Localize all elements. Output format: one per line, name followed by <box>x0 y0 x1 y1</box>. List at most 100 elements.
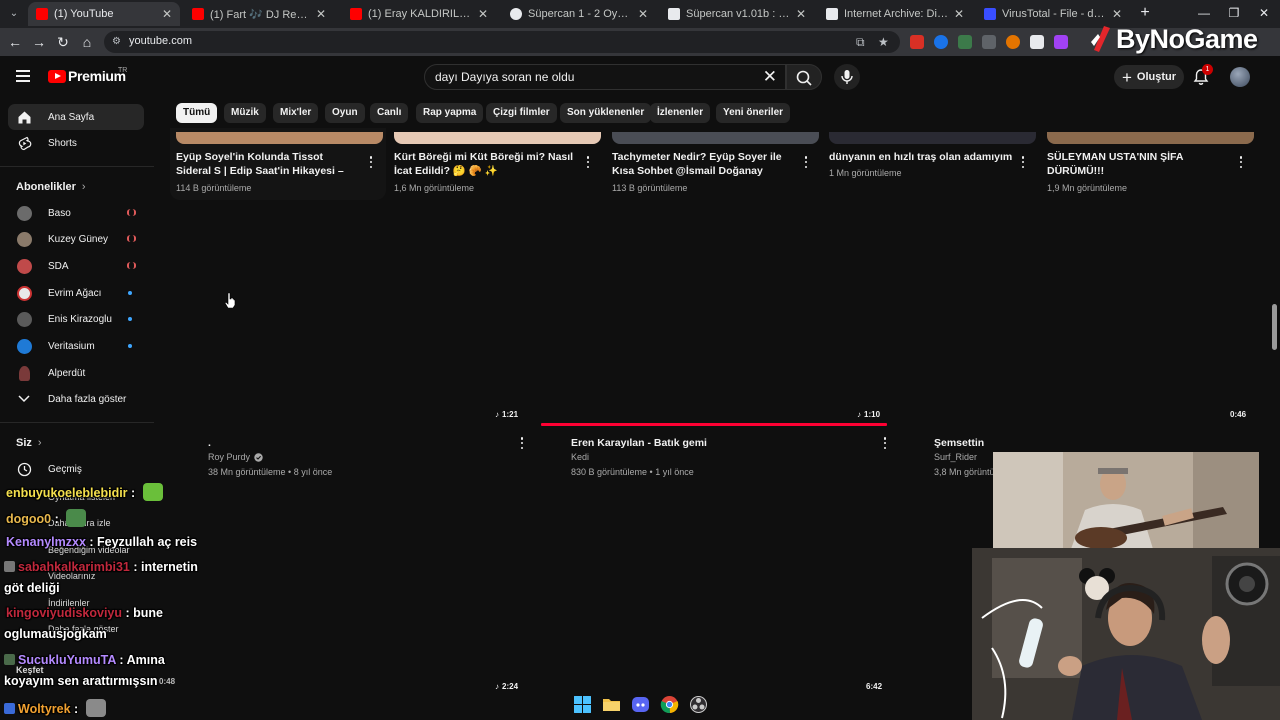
tab-supercan-v101[interactable]: Süpercan v1.01b : Sobee, TTC ✕ <box>660 2 814 26</box>
home-icon[interactable]: ⌂ <box>78 33 96 51</box>
extension-icon[interactable] <box>1006 35 1020 49</box>
video-title[interactable]: SÜLEYMAN USTA'NIN ŞİFA DÜRÜMÜ!!! <box>1047 150 1231 178</box>
sidebar-item-subscription[interactable]: Baso <box>8 200 144 226</box>
video-thumbnail[interactable] <box>612 132 819 144</box>
chrome-icon[interactable] <box>660 695 679 714</box>
sidebar-item-subscription[interactable]: Veritasium <box>8 333 144 359</box>
virustotal-favicon-icon <box>984 8 996 20</box>
tab-supercan-r10[interactable]: Süpercan 1 - 2 Oyunu - R10.net ✕ <box>502 2 656 26</box>
more-options-icon[interactable] <box>1239 156 1243 168</box>
search-input[interactable]: dayı Dayıya soran ne oldu ✕ <box>424 64 786 90</box>
more-options-icon[interactable] <box>883 437 887 449</box>
channel-name[interactable]: Roy Purdy <box>208 452 250 462</box>
chip-cartoons[interactable]: Çizgi filmler <box>486 103 557 123</box>
create-button[interactable]: + Oluştur <box>1114 65 1184 89</box>
page-scrollbar[interactable] <box>1272 304 1277 350</box>
more-options-icon[interactable] <box>520 437 524 449</box>
chip-all[interactable]: Tümü <box>176 103 218 123</box>
close-icon[interactable]: ✕ <box>316 7 326 21</box>
chip-music[interactable]: Müzik <box>224 103 266 123</box>
video-title[interactable]: Eren Karayılan - Batık gemi <box>571 436 871 450</box>
video-title[interactable]: Eyüp Soyel'in Kolunda Tissot Sideral S |… <box>176 150 360 178</box>
address-bar[interactable]: ⚙ youtube.com ⧉ ★ <box>104 31 900 53</box>
clear-search-icon[interactable]: ✕ <box>763 67 777 87</box>
chip-rap[interactable]: Rap yapma <box>416 103 484 123</box>
reload-icon[interactable]: ↻ <box>54 33 72 51</box>
more-options-icon[interactable] <box>369 156 373 168</box>
sidebar-item-subscription[interactable]: Enis Kirazoglu <box>8 306 144 332</box>
video-thumbnail[interactable] <box>1047 132 1254 144</box>
video-views: 1,9 Mn görüntüleme <box>1047 183 1128 193</box>
chip-new-to-you[interactable]: Yeni öneriler <box>716 103 791 123</box>
sidebar-item-home[interactable]: Ana Sayfa <box>8 104 144 130</box>
subscriptions-heading[interactable]: Abonelikler › <box>16 181 86 193</box>
extension-icon[interactable] <box>1030 35 1044 49</box>
forward-arrow-icon[interactable]: → <box>30 33 48 51</box>
restore-icon[interactable]: ❐ <box>1224 4 1244 22</box>
extension-icon[interactable] <box>934 35 948 49</box>
video-title[interactable]: Şemsettin Bi <box>934 436 994 450</box>
video-title[interactable]: Kürt Böreği mi Küt Böreği mi? Nasıl İcat… <box>394 150 578 178</box>
video-thumbnail[interactable] <box>176 132 383 144</box>
tab-fart-remix[interactable]: (1) Fart 🎶 DJ Remix - sound ef ✕ <box>184 2 334 26</box>
site-info-icon[interactable]: ⚙ <box>112 35 126 49</box>
close-icon[interactable]: ✕ <box>638 7 648 21</box>
video-thumbnail[interactable] <box>394 132 601 144</box>
tab-eray[interactable]: (1) Eray KALDIRILAN YayınVaktı ✕ <box>342 2 496 26</box>
minimize-icon[interactable]: — <box>1194 4 1214 22</box>
extension-icon[interactable] <box>982 35 996 49</box>
adblock-extension-icon[interactable] <box>910 35 924 49</box>
search-button[interactable] <box>786 64 822 90</box>
close-icon[interactable]: ✕ <box>1112 7 1122 21</box>
you-heading[interactable]: Siz › <box>16 437 42 449</box>
file-explorer-icon[interactable] <box>602 695 621 714</box>
video-title[interactable]: Tachymeter Nedir? Eyüp Soyer ile Kısa So… <box>612 150 796 178</box>
close-icon[interactable]: ✕ <box>478 7 488 21</box>
sidebar-item-shorts[interactable]: Shorts <box>8 130 144 156</box>
tab-search-icon[interactable]: ⌄ <box>6 6 22 22</box>
close-icon[interactable]: ✕ <box>162 7 172 21</box>
channel-name[interactable]: Kedi <box>571 452 589 462</box>
chip-gaming[interactable]: Oyun <box>325 103 365 123</box>
channel-name[interactable]: Surf_Rider <box>934 452 977 462</box>
chat-badge-icon <box>4 654 15 665</box>
tab-youtube[interactable]: (1) YouTube ✕ <box>28 2 180 26</box>
music-note-icon: ♪ <box>857 410 861 419</box>
window-close-icon[interactable]: ✕ <box>1254 4 1274 22</box>
menu-hamburger-icon[interactable] <box>16 70 30 82</box>
chip-live[interactable]: Canlı <box>370 103 409 123</box>
new-tab-plus-icon[interactable]: + <box>1136 4 1154 22</box>
sidebar-item-subscription[interactable]: SDA <box>8 253 144 279</box>
notification-badge: 1 <box>1202 64 1213 75</box>
sidebar-show-more[interactable]: Daha fazla göster <box>8 386 144 412</box>
sidebar-item-history[interactable]: Geçmiş <box>8 456 144 482</box>
voice-search-button[interactable] <box>834 64 860 90</box>
youtube-premium-logo[interactable]: Premium <box>48 68 126 84</box>
video-title[interactable]: dünyanın en hızlı traş olan adamıyım <box>829 150 1013 164</box>
sidebar-item-subscription[interactable]: Kuzey Güney <box>8 226 144 252</box>
video-title[interactable]: . <box>208 436 508 450</box>
archive-favicon-icon <box>668 8 680 20</box>
bookmark-star-icon[interactable]: ★ <box>878 35 889 49</box>
windows-start-icon[interactable] <box>573 695 592 714</box>
more-options-icon[interactable] <box>804 156 808 168</box>
extension-icon[interactable] <box>1054 35 1068 49</box>
sidebar-item-subscription[interactable]: Alperdüt <box>8 360 144 386</box>
more-options-icon[interactable] <box>1021 156 1025 168</box>
extension-icon[interactable] <box>958 35 972 49</box>
chip-recently-uploaded[interactable]: Son yüklenenler <box>560 103 652 123</box>
close-icon[interactable]: ✕ <box>954 7 964 21</box>
close-icon[interactable]: ✕ <box>796 7 806 21</box>
video-views: 1,6 Mn görüntüleme <box>394 183 475 193</box>
discord-icon[interactable] <box>631 695 650 714</box>
obs-icon[interactable] <box>689 695 708 714</box>
sidebar-item-subscription[interactable]: Evrim Ağacı <box>8 280 144 306</box>
account-avatar[interactable] <box>1230 67 1250 87</box>
chip-watched[interactable]: İzlenenler <box>650 103 711 123</box>
more-options-icon[interactable] <box>586 156 590 168</box>
tab-internet-archive[interactable]: Internet Archive: Digital Library ✕ <box>818 2 972 26</box>
install-app-icon[interactable]: ⧉ <box>856 35 865 50</box>
back-arrow-icon[interactable]: ← <box>6 33 24 51</box>
video-thumbnail[interactable] <box>829 132 1036 144</box>
chip-mixes[interactable]: Mix'ler <box>273 103 319 123</box>
